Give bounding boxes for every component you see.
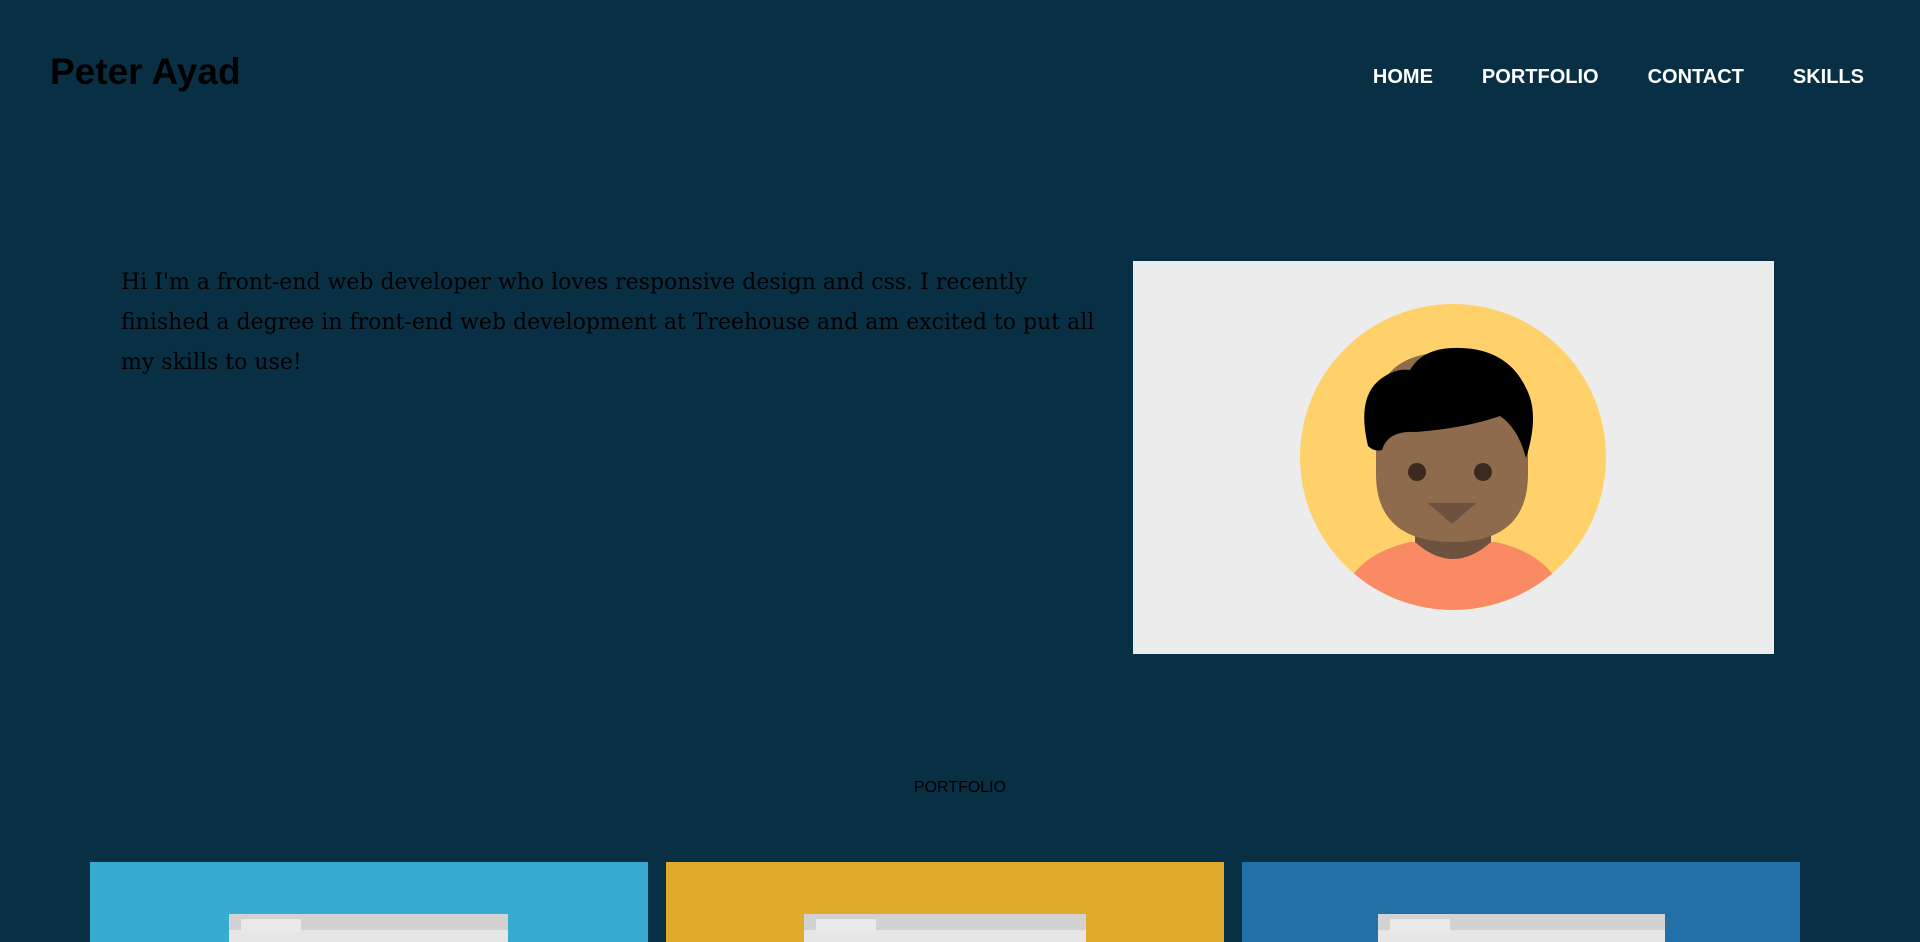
browser-tab bbox=[241, 919, 301, 933]
avatar-icon bbox=[1300, 304, 1606, 610]
portfolio-heading: PORTFOLIO bbox=[913, 779, 1007, 796]
project-screenshot bbox=[1378, 914, 1665, 942]
project-screenshot bbox=[804, 914, 1086, 942]
intro-text: Hi I'm a front-end web developer who lov… bbox=[121, 270, 1095, 375]
portfolio-card-3[interactable] bbox=[1242, 862, 1800, 942]
main-nav: HOME PORTFOLIO CONTACT SKILLS bbox=[1373, 62, 1864, 92]
portfolio-card-1[interactable] bbox=[90, 862, 648, 942]
nav-skills-link[interactable]: SKILLS bbox=[1793, 62, 1864, 92]
site-logo[interactable]: Peter Ayad bbox=[50, 48, 241, 96]
profile-image bbox=[1133, 261, 1774, 654]
browser-tab bbox=[1390, 919, 1450, 933]
project-screenshot bbox=[229, 914, 508, 942]
nav-contact-link[interactable]: CONTACT bbox=[1648, 62, 1744, 92]
portfolio-card-2[interactable] bbox=[666, 862, 1224, 942]
nav-home-link[interactable]: HOME bbox=[1373, 62, 1433, 92]
browser-tab bbox=[816, 919, 876, 933]
nav-portfolio-link[interactable]: PORTFOLIO bbox=[1482, 62, 1599, 92]
